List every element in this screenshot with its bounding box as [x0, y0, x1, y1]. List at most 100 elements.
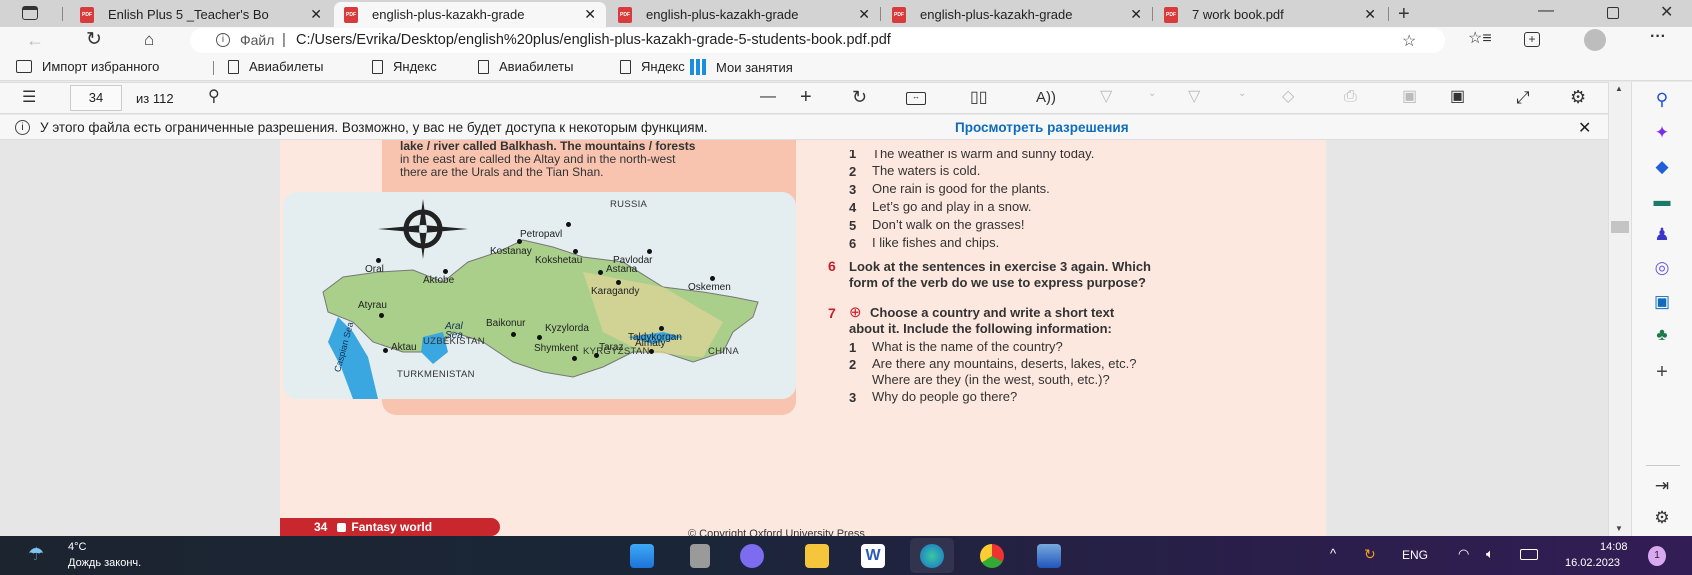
- tab-english-plus-active[interactable]: PDF english-plus-kazakh-grade ✕: [334, 2, 606, 27]
- weather-rain-icon[interactable]: ☂: [28, 544, 44, 565]
- outlook-icon[interactable]: ▣: [1650, 292, 1674, 312]
- fullscreen-icon[interactable]: ⤢: [1516, 89, 1530, 106]
- page-view-icon[interactable]: ▯▯: [970, 90, 988, 106]
- contents-icon[interactable]: ☰: [22, 90, 36, 106]
- vertical-scrollbar[interactable]: ▲ ▼: [1608, 82, 1631, 536]
- city-label: Aktau: [391, 342, 417, 353]
- word-icon[interactable]: W: [861, 544, 885, 568]
- new-tab-button[interactable]: +: [1398, 4, 1410, 24]
- zoom-out-button[interactable]: —: [760, 89, 776, 105]
- close-tab-icon[interactable]: ✕: [1364, 6, 1376, 23]
- settings-icon[interactable]: ⚙: [1570, 88, 1586, 106]
- exercise-item: The waters is cold.: [872, 163, 981, 178]
- info-icon[interactable]: i: [216, 33, 230, 47]
- tab-work-book[interactable]: PDF 7 work book.pdf ✕: [1154, 2, 1386, 27]
- exercise-7-text: Choose a country and write a short text: [870, 305, 1115, 320]
- address-bar[interactable]: i Файл | C:/Users/Evrika/Desktop/english…: [190, 28, 1445, 53]
- city-label: Petropavl: [520, 229, 563, 240]
- favorite-aviabilety-2[interactable]: Авиабилеты: [478, 59, 573, 74]
- volume-icon[interactable]: 🔈︎: [1486, 546, 1494, 562]
- task-view-icon[interactable]: [690, 544, 710, 568]
- collections-icon[interactable]: +: [1524, 32, 1540, 47]
- copyright-text: © Copyright Oxford University Press: [688, 528, 865, 536]
- edge-icon[interactable]: [920, 544, 944, 568]
- favorite-my-classes[interactable]: Мои занятия: [690, 59, 793, 75]
- sidebar-settings-icon[interactable]: ⚙: [1650, 508, 1674, 528]
- favorite-aviabilety[interactable]: Авиабилеты: [228, 59, 323, 74]
- close-window-button[interactable]: ✕: [1660, 5, 1673, 21]
- rotate-icon[interactable]: ↻: [852, 88, 867, 106]
- favorite-yandex[interactable]: Яндекс: [372, 59, 437, 74]
- games-icon[interactable]: ♟: [1650, 225, 1674, 245]
- start-icon[interactable]: [630, 544, 654, 568]
- weather-temp[interactable]: 4°C: [68, 541, 86, 553]
- more-menu-icon[interactable]: ···: [1650, 29, 1666, 45]
- scroll-down-arrow[interactable]: ▼: [1615, 524, 1623, 533]
- office-icon[interactable]: ◎: [1650, 258, 1674, 278]
- photos-icon[interactable]: [1037, 544, 1061, 568]
- scroll-thumb[interactable]: [1611, 221, 1629, 233]
- import-favorites[interactable]: Импорт избранного: [16, 59, 159, 74]
- language-indicator[interactable]: ENG: [1402, 548, 1428, 562]
- item-number: 5: [849, 218, 857, 233]
- compass-rose-icon: [378, 199, 468, 259]
- reading-line: there are the Urals and the Tian Shan.: [400, 165, 604, 179]
- tab-actions-icon[interactable]: [22, 6, 38, 20]
- tree-icon[interactable]: ♣: [1650, 325, 1674, 345]
- eraser-icon[interactable]: ◇: [1282, 89, 1294, 105]
- close-tab-icon[interactable]: ✕: [584, 6, 596, 23]
- back-button[interactable]: ←: [26, 31, 44, 49]
- hide-sidebar-icon[interactable]: ⇥: [1650, 476, 1674, 496]
- close-notice-icon[interactable]: ✕: [1578, 118, 1591, 138]
- show-hidden-icons[interactable]: ^: [1330, 546, 1336, 561]
- view-permissions-link[interactable]: Просмотреть разрешения: [955, 120, 1129, 135]
- add-favorite-icon[interactable]: ☆: [1402, 31, 1416, 51]
- close-tab-icon[interactable]: ✕: [310, 6, 322, 23]
- favorites-icon[interactable]: ☆≡: [1468, 31, 1492, 47]
- battery-icon[interactable]: [1520, 549, 1538, 560]
- draw-icon[interactable]: ▽: [1100, 89, 1112, 105]
- file-explorer-icon[interactable]: [805, 544, 829, 568]
- clock-time[interactable]: 14:08: [1600, 541, 1628, 553]
- weather-text[interactable]: Дождь законч.: [68, 557, 141, 569]
- country-label: CHINA: [708, 346, 740, 357]
- save-icon[interactable]: ▣: [1402, 89, 1417, 105]
- highlight-icon[interactable]: ▽: [1188, 89, 1200, 105]
- read-aloud-icon[interactable]: A)): [1036, 90, 1056, 105]
- page-number-input[interactable]: 34: [70, 85, 122, 111]
- url-text[interactable]: C:/Users/Evrika/Desktop/english%20plus/e…: [296, 32, 891, 48]
- close-tab-icon[interactable]: ✕: [858, 6, 870, 23]
- clock-date[interactable]: 16.02.2023: [1565, 557, 1620, 569]
- search-icon[interactable]: ⚲: [208, 89, 220, 105]
- scroll-up-arrow[interactable]: ▲: [1615, 84, 1623, 93]
- wifi-icon[interactable]: ◠: [1458, 546, 1469, 562]
- shopping-tag-icon[interactable]: ◆: [1650, 157, 1674, 177]
- restore-button[interactable]: [1607, 7, 1619, 19]
- home-button[interactable]: ⌂: [144, 31, 154, 48]
- tab-english-plus-3[interactable]: PDF english-plus-kazakh-grade ✕: [882, 2, 1152, 27]
- chrome-icon[interactable]: [980, 544, 1004, 568]
- notification-badge[interactable]: 1: [1648, 546, 1666, 566]
- fit-width-icon[interactable]: ↔: [906, 92, 926, 105]
- chevron-down-icon[interactable]: ⌄: [1148, 89, 1156, 99]
- minimize-button[interactable]: —: [1538, 3, 1554, 19]
- print-icon[interactable]: ⎙: [1344, 89, 1357, 105]
- favorite-yandex-2[interactable]: Яндекс: [620, 59, 685, 74]
- favorite-label: Авиабилеты: [249, 59, 324, 74]
- sync-icon[interactable]: ↻: [1364, 546, 1376, 563]
- tools-briefcase-icon[interactable]: ▬: [1650, 191, 1674, 211]
- chevron-down-icon[interactable]: ⌄: [1238, 89, 1246, 99]
- tab-english-plus-2[interactable]: PDF english-plus-kazakh-grade ✕: [608, 2, 880, 27]
- zoom-in-button[interactable]: +: [800, 87, 812, 107]
- teams-chat-icon[interactable]: [740, 544, 764, 568]
- exercise-6-text: form of the verb do we use to express pu…: [849, 275, 1146, 290]
- search-icon[interactable]: ⚲: [1650, 90, 1674, 110]
- profile-avatar[interactable]: [1584, 29, 1606, 51]
- tab-teachers-book[interactable]: PDF Enlish Plus 5 _Teacher's Bo ✕: [70, 2, 332, 27]
- save-as-icon[interactable]: ▣: [1450, 89, 1465, 105]
- exercise-number: 6: [828, 258, 836, 274]
- close-tab-icon[interactable]: ✕: [1130, 6, 1142, 23]
- add-sidebar-app-icon[interactable]: +: [1650, 361, 1674, 383]
- copilot-sparkle-icon[interactable]: ✦: [1650, 123, 1674, 143]
- refresh-button[interactable]: ↻: [86, 30, 102, 49]
